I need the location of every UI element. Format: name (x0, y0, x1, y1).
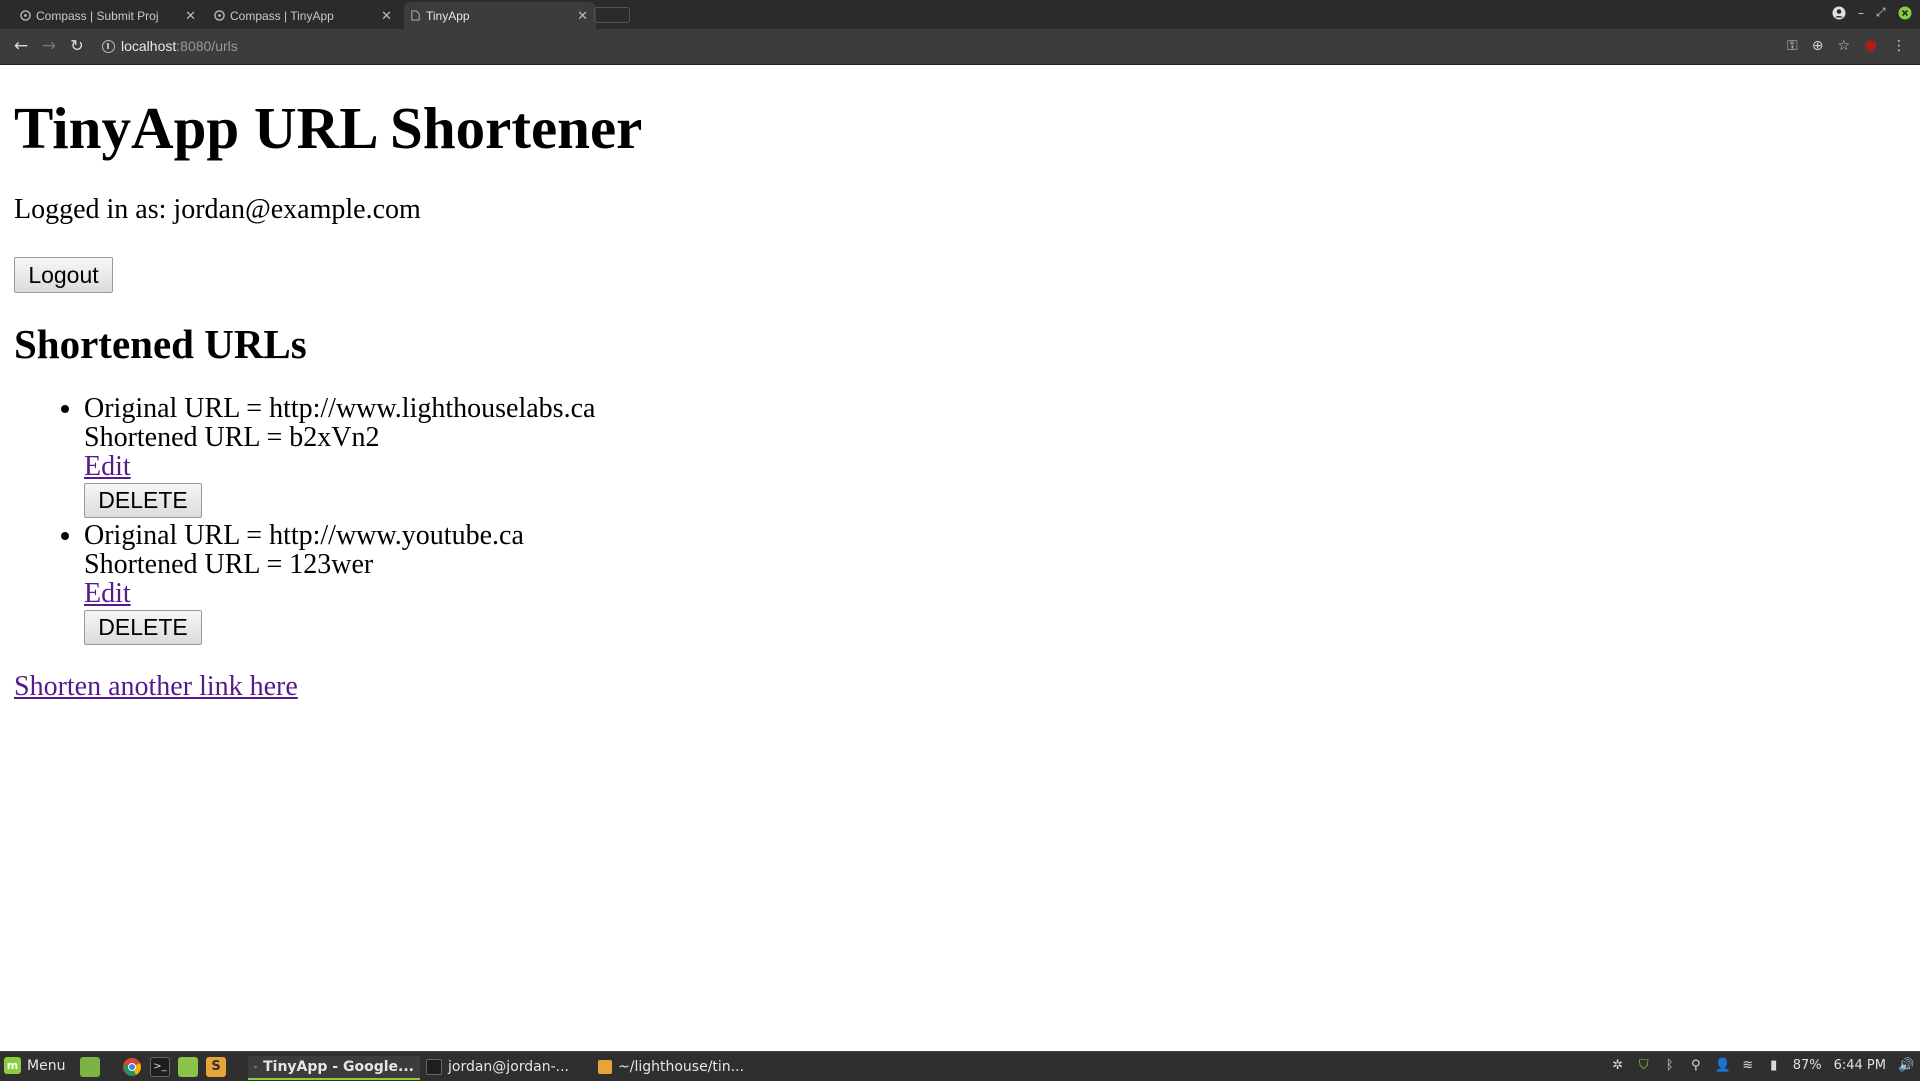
task-tinyapp-chrome[interactable]: TinyApp - Google... (248, 1056, 420, 1080)
task-title: TinyApp - Google... (263, 1059, 414, 1075)
url-path: :8080/urls (176, 38, 238, 54)
task-terminal[interactable]: jordan@jordan-... (420, 1056, 592, 1078)
key-icon[interactable]: ⚿ (1787, 38, 1798, 54)
list-item: Original URL = http://www.lighthouselabs… (84, 394, 595, 518)
new-tab-button[interactable] (594, 7, 630, 23)
shortened-url: Shortened URL = b2xVn2 (84, 422, 380, 453)
mint-logo-icon: m (4, 1057, 21, 1074)
toolbar-actions: ⚿ ⊕ ☆ ⋮ (1787, 38, 1906, 54)
url-host: localhost (121, 38, 177, 54)
task-title: jordan@jordan-... (448, 1059, 570, 1075)
shield-icon[interactable]: ⛉ (1637, 1058, 1651, 1073)
page-icon (411, 10, 420, 21)
section-title: Shortened URLs (14, 321, 307, 367)
close-icon[interactable]: ✕ (185, 8, 196, 24)
close-icon[interactable]: ✕ (381, 8, 392, 24)
reload-icon[interactable]: ↻ (68, 37, 86, 55)
terminal-icon (426, 1059, 442, 1075)
task-title: ~/lighthouse/tin... (618, 1059, 745, 1075)
logout-button[interactable]: Logout (14, 257, 113, 293)
user-icon[interactable]: 👤 (1715, 1058, 1731, 1073)
wifi-icon[interactable]: ≋ (1741, 1058, 1755, 1073)
tab-title: Compass | Submit Proj (36, 8, 159, 23)
zoom-icon[interactable]: ⊕ (1812, 38, 1824, 54)
kebab-menu-icon[interactable]: ⋮ (1892, 38, 1906, 54)
star-icon[interactable]: ☆ (1837, 38, 1850, 54)
compass-icon (20, 10, 31, 21)
url-list: Original URL = http://www.lighthouselabs… (0, 394, 595, 648)
taskbar: m Menu >_ S TinyApp - Google... jordan@j… (0, 1051, 1920, 1081)
tab-title: Compass | TinyApp (230, 8, 334, 23)
delete-button[interactable]: DELETE (84, 610, 202, 645)
page-content: TinyApp URL Shortener Logged in as: jord… (0, 65, 1920, 1050)
browser-toolbar: ← → ↻ localhost:8080/urls ⚿ ⊕ ☆ ⋮ (0, 29, 1920, 65)
menu-button[interactable]: m Menu (4, 1057, 65, 1074)
page-title: TinyApp URL Shortener (14, 95, 643, 161)
terminal-icon[interactable]: >_ (150, 1057, 170, 1077)
original-url: Original URL = http://www.lighthouselabs… (84, 393, 596, 424)
tab-title: TinyApp (426, 8, 470, 23)
edit-link[interactable]: Edit (84, 579, 595, 608)
delete-button[interactable]: DELETE (84, 483, 202, 518)
files-icon[interactable] (178, 1057, 198, 1077)
tab-compass-tinyapp[interactable]: Compass | TinyApp ✕ (208, 2, 400, 29)
sublime-icon (598, 1060, 612, 1074)
network-settings-icon[interactable]: ✲ (1611, 1058, 1625, 1073)
list-item: Original URL = http://www.youtube.ca Sho… (84, 521, 595, 645)
compass-icon (214, 10, 225, 21)
ublock-icon[interactable] (1864, 39, 1878, 53)
window-controls: – ⤢ (1832, 5, 1912, 20)
close-icon[interactable]: ✕ (577, 8, 588, 24)
forward-arrow-icon[interactable]: → (40, 37, 58, 55)
back-arrow-icon[interactable]: ← (12, 37, 30, 55)
original-url: Original URL = http://www.youtube.ca (84, 520, 524, 551)
shorten-another-link[interactable]: Shorten another link here (14, 670, 298, 704)
battery-percent: 87% (1792, 1058, 1822, 1073)
chrome-icon[interactable] (122, 1057, 142, 1077)
logged-in-status: Logged in as: jordan@example.com (14, 194, 421, 225)
tab-compass-submit-project[interactable]: Compass | Submit Proj ✕ (14, 2, 204, 29)
chrome-icon (254, 1065, 257, 1069)
bluetooth-icon[interactable]: ᛒ (1663, 1058, 1677, 1073)
info-icon[interactable] (102, 39, 115, 53)
sublime-icon[interactable]: S (206, 1057, 226, 1077)
minimize-icon[interactable]: – (1858, 6, 1864, 20)
shortened-url: Shortened URL = 123wer (84, 549, 374, 580)
address-bar[interactable]: localhost:8080/urls (96, 33, 1776, 59)
maximize-icon[interactable]: ⤢ (1876, 5, 1886, 20)
location-icon[interactable]: ⚲ (1689, 1058, 1703, 1073)
clock[interactable]: 6:44 PM (1834, 1058, 1886, 1073)
show-desktop-icon[interactable] (80, 1057, 100, 1077)
profile-icon[interactable] (1832, 6, 1846, 20)
task-sublime[interactable]: ~/lighthouse/tin... (592, 1056, 764, 1078)
close-window-icon[interactable] (1898, 6, 1912, 20)
system-tray: ✲ ⛉ ᛒ ⚲ 👤 ≋ ▮ 87% 6:44 PM 🔊 (1611, 1058, 1914, 1073)
edit-link[interactable]: Edit (84, 452, 595, 481)
battery-icon[interactable]: ▮ (1767, 1058, 1781, 1073)
browser-tab-bar: Compass | Submit Proj ✕ Compass | TinyAp… (0, 0, 1920, 29)
tab-tinyapp[interactable]: TinyApp ✕ (404, 2, 596, 29)
volume-icon[interactable]: 🔊 (1898, 1058, 1914, 1073)
menu-label: Menu (27, 1057, 66, 1074)
